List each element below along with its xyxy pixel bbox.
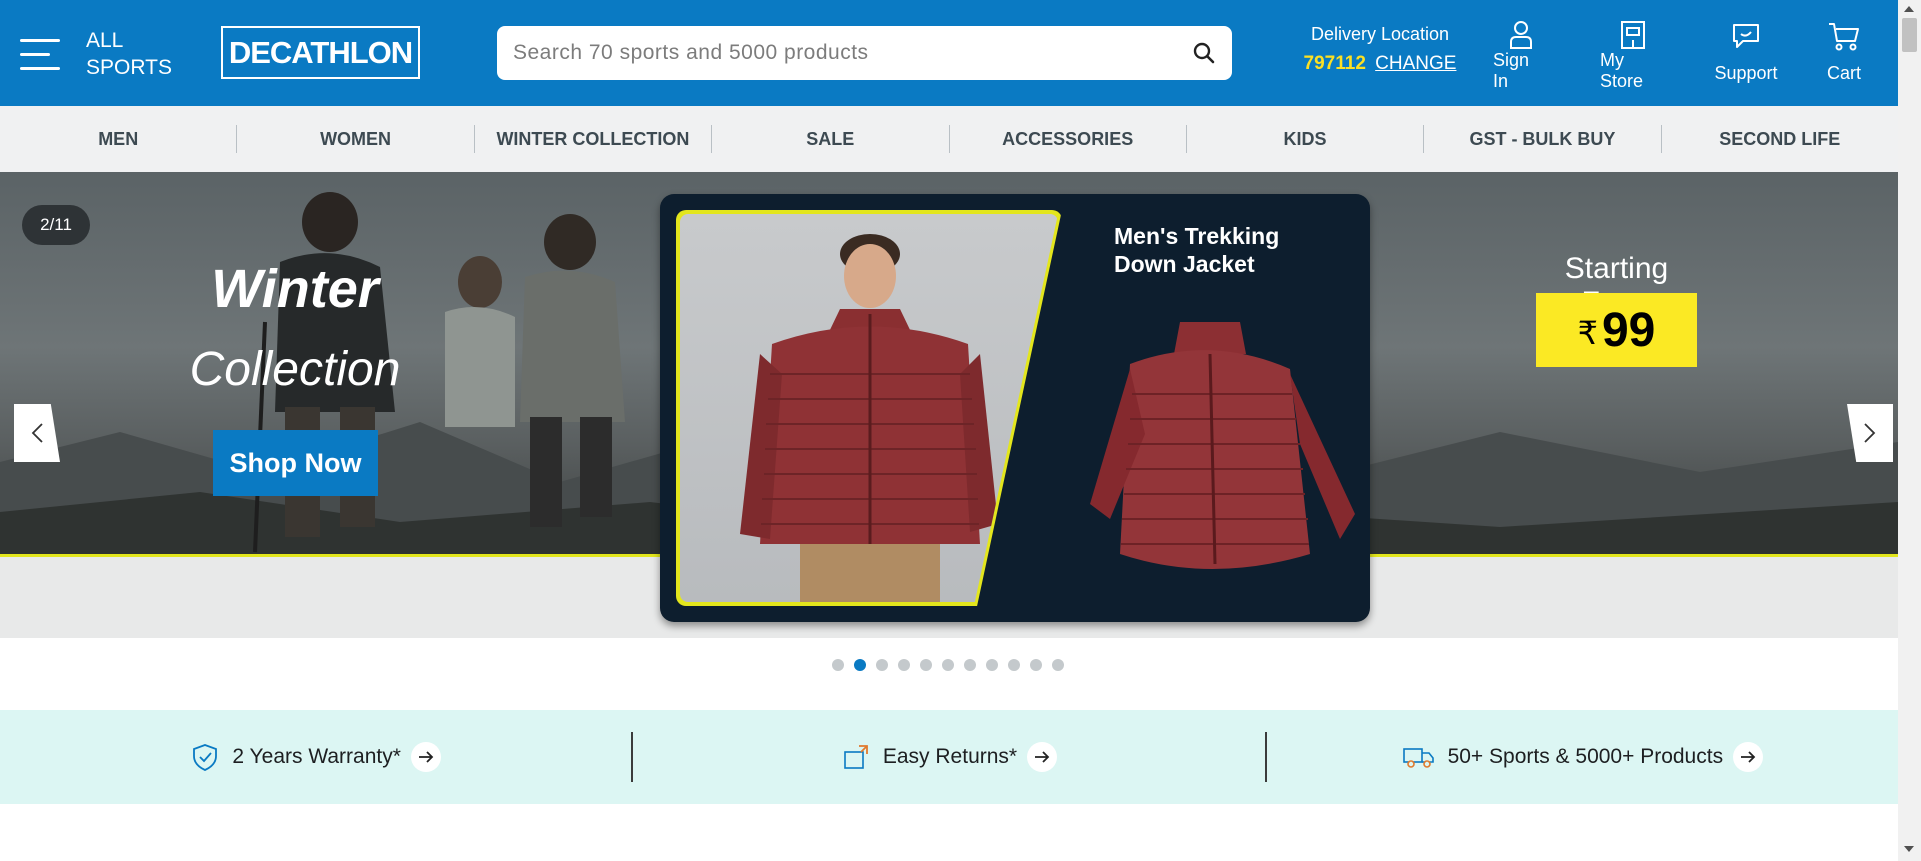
feature-warranty-label: 2 Years Warranty* (232, 745, 401, 768)
delivery-truck-icon (1402, 744, 1436, 770)
chevron-left-icon (31, 423, 43, 443)
sign-in-label: Sign In (1493, 50, 1530, 91)
shop-now-button[interactable]: Shop Now (213, 430, 378, 496)
sign-in-button[interactable]: Sign In (1493, 20, 1549, 91)
features-strip: 2 Years Warranty* Easy Returns* 50+ Spor… (0, 710, 1898, 804)
cart-icon (1828, 20, 1860, 52)
price-badge: ₹ 99 (1536, 293, 1697, 367)
carousel-dots (832, 659, 1064, 671)
scroll-thumb[interactable] (1902, 18, 1917, 52)
product-panel[interactable]: Men's Trekking Down Jacket (660, 194, 1370, 622)
nav-item-gst-bulk-buy[interactable]: GST - BULK BUY (1424, 125, 1662, 153)
nav-item-second-life[interactable]: SECOND LIFE (1662, 125, 1898, 153)
pincode-value: 797112 (1303, 53, 1366, 74)
shield-check-icon (190, 742, 220, 772)
chevron-right-icon (1864, 423, 1876, 443)
feature-easy-returns-label: Easy Returns* (882, 745, 1018, 768)
feature-easy-returns[interactable]: Easy Returns* (631, 732, 1264, 782)
carousel-dot-7[interactable] (964, 659, 976, 671)
my-store-label: My Store (1600, 50, 1644, 91)
currency-symbol: ₹ (1577, 315, 1598, 351)
feature-sports-products[interactable]: 50+ Sports & 5000+ Products (1264, 732, 1898, 782)
carousel-dot-6[interactable] (942, 659, 954, 671)
carousel-dot-8[interactable] (986, 659, 998, 671)
nav-item-accessories[interactable]: ACCESSORIES (950, 125, 1187, 153)
price-value: 99 (1601, 303, 1656, 357)
arrow-right-icon (410, 742, 441, 772)
delivery-location: Delivery Location 797112 CHANGE (1300, 24, 1460, 75)
search-icon[interactable] (1176, 26, 1232, 80)
model-photo (680, 214, 1058, 602)
nav-item-men[interactable]: MEN (0, 125, 238, 153)
delivery-location-row: 797112 CHANGE (1300, 53, 1460, 75)
hero-banner[interactable]: 2/11 Winter Collection Shop Now Men's Tr… (0, 172, 1898, 638)
user-icon (1509, 20, 1533, 50)
all-sports-label-line2: SPORTS (86, 56, 172, 79)
top-header: ALL SPORTS DECATHLON Delivery Location 7… (0, 0, 1898, 106)
change-location-link[interactable]: CHANGE (1375, 53, 1456, 74)
product-photo-frame (676, 210, 1062, 606)
carousel-dot-9[interactable] (1008, 659, 1020, 671)
carousel-dot-2[interactable] (854, 659, 866, 671)
feature-warranty[interactable]: 2 Years Warranty* (0, 732, 631, 782)
chat-support-icon (1731, 20, 1761, 52)
returns-box-icon (841, 742, 871, 772)
search-bar (497, 26, 1232, 80)
model-wearing-jacket-image (740, 234, 998, 602)
scroll-up-arrow-icon[interactable] (1904, 6, 1914, 12)
page: ALL SPORTS DECATHLON Delivery Location 7… (0, 0, 1921, 861)
support-button[interactable]: Support (1714, 20, 1778, 84)
carousel-dot-11[interactable] (1052, 659, 1064, 671)
store-icon (1620, 20, 1646, 50)
carousel-dot-3[interactable] (876, 659, 888, 671)
scroll-down-arrow-icon[interactable] (1904, 846, 1914, 852)
hero-subheadline: Collection (189, 343, 401, 396)
arrow-right-icon (1027, 742, 1058, 772)
all-sports-label: ALL SPORTS (86, 27, 172, 81)
slide-counter: 2/11 (22, 205, 90, 245)
category-nav: MEN WOMEN WINTER COLLECTION SALE ACCESSO… (0, 106, 1898, 172)
hero-headline: Winter (211, 259, 379, 319)
my-store-button[interactable]: My Store (1600, 20, 1666, 91)
nav-item-women[interactable]: WOMEN (237, 125, 475, 153)
carousel-dot-5[interactable] (920, 659, 932, 671)
nav-item-sale[interactable]: SALE (712, 125, 950, 153)
all-sports-label-line1: ALL (86, 29, 124, 52)
product-name: Men's Trekking Down Jacket (1114, 223, 1280, 277)
feature-sports-products-label: 50+ Sports & 5000+ Products (1447, 745, 1724, 768)
nav-item-kids[interactable]: KIDS (1187, 125, 1425, 153)
cart-button[interactable]: Cart (1822, 20, 1866, 84)
decathlon-logo[interactable]: DECATHLON (221, 26, 420, 79)
jacket-product-image (1090, 322, 1355, 569)
hamburger-icon[interactable] (20, 37, 64, 71)
carousel-dot-1[interactable] (832, 659, 844, 671)
nav-item-winter-collection[interactable]: WINTER COLLECTION (475, 125, 713, 153)
page-scrollbar[interactable] (1898, 0, 1921, 861)
search-input[interactable] (497, 26, 1176, 80)
arrow-right-icon (1733, 742, 1764, 772)
delivery-location-label: Delivery Location (1310, 24, 1450, 44)
carousel-dot-4[interactable] (898, 659, 910, 671)
cart-label: Cart (1826, 63, 1861, 83)
all-sports-menu-button[interactable]: ALL SPORTS (20, 26, 172, 82)
carousel-dot-10[interactable] (1030, 659, 1042, 671)
support-label: Support (1714, 63, 1778, 83)
